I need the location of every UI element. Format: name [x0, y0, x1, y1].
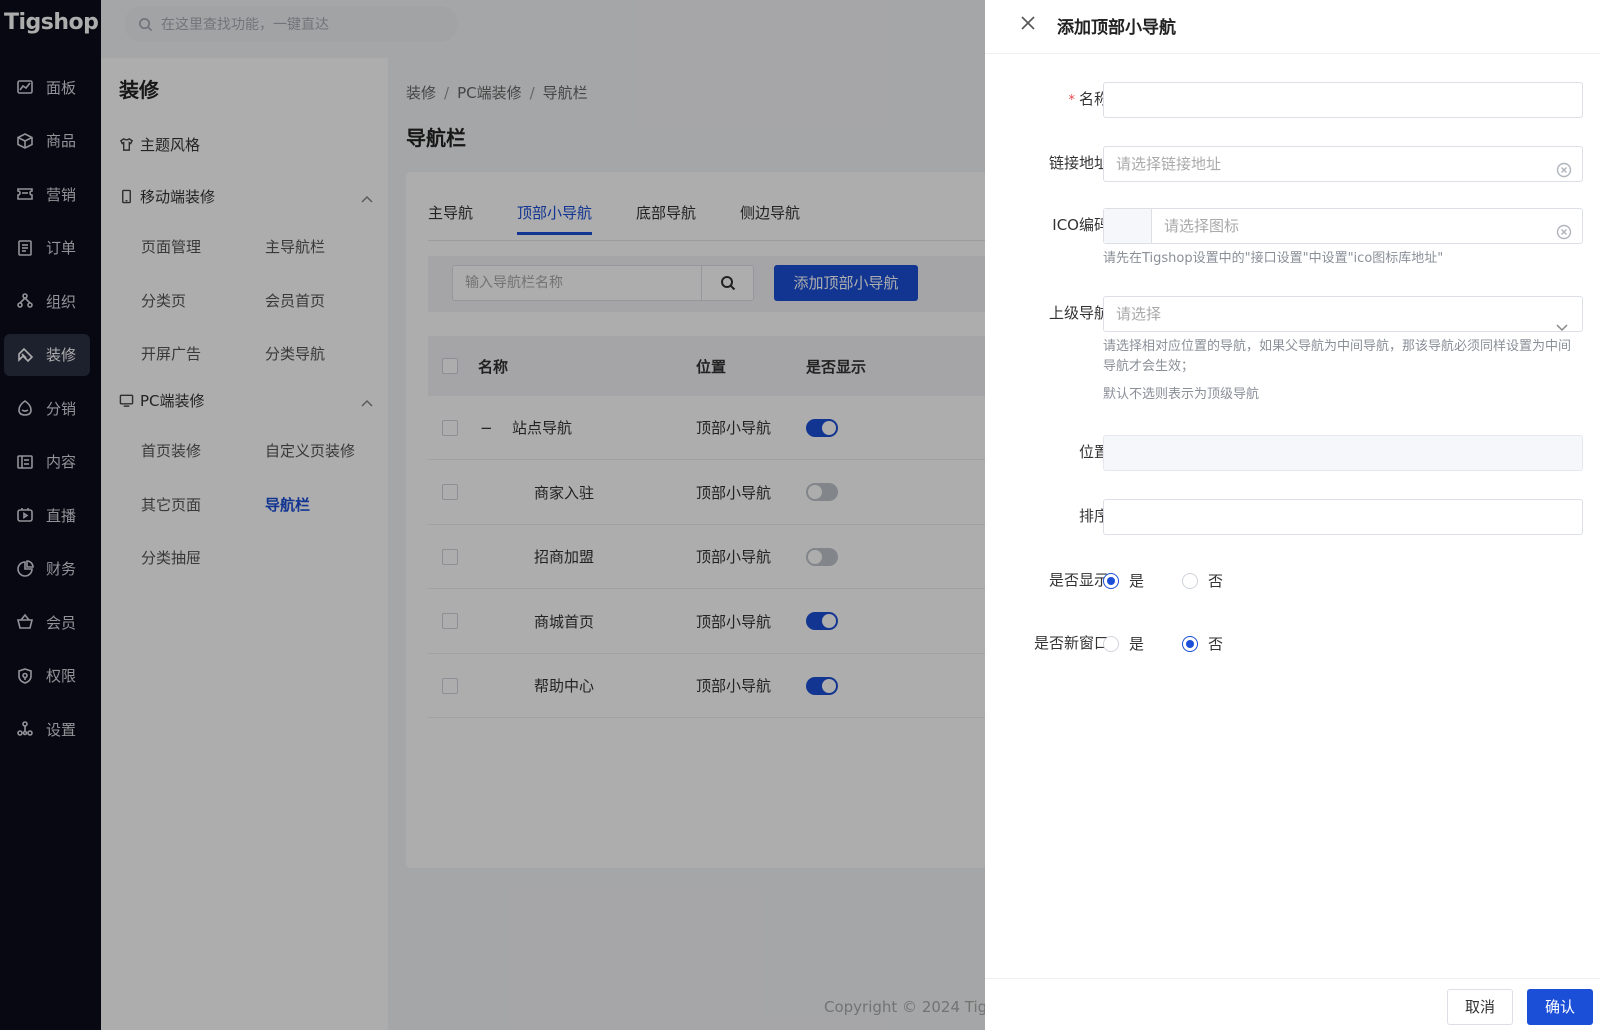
close-icon[interactable]	[1019, 14, 1039, 34]
new-window-yes-radio[interactable]: 是	[1103, 633, 1144, 654]
show-yes-radio[interactable]: 是	[1103, 570, 1144, 591]
show-label: 是否显示	[1048, 571, 1109, 589]
parent-hint-default: 默认不选则表示为顶级导航	[1103, 387, 1260, 402]
parent-select[interactable]: 请选择	[1103, 296, 1583, 332]
link-label: 链接地址	[1048, 154, 1109, 172]
ico-hint: 请先在Tigshop设置中的"接口设置"中设置"ico图标库地址"	[1103, 251, 1444, 266]
link-placeholder: 请选择链接地址	[1116, 155, 1222, 173]
parent-label: 上级导航	[1048, 304, 1109, 322]
new-window-no-radio[interactable]: 否	[1182, 633, 1223, 654]
required-mark: *	[1068, 93, 1075, 108]
position-input	[1103, 435, 1583, 471]
link-select[interactable]: 请选择链接地址	[1103, 146, 1583, 182]
add-nav-drawer: 添加顶部小导航 * 名称 链接地址 请选择链接地址 ICO编码 请选择图标 请先在…	[985, 0, 1600, 1030]
ico-select[interactable]: 请选择图标	[1103, 208, 1583, 244]
new-window-radio-group: 是 否	[1103, 633, 1261, 654]
clear-icon[interactable]	[1556, 156, 1572, 178]
drawer-title: 添加顶部小导航	[1057, 18, 1176, 38]
show-no-radio[interactable]: 否	[1182, 570, 1223, 591]
ico-label: ICO编码	[1052, 216, 1109, 234]
ico-preview	[1104, 209, 1152, 243]
clear-icon[interactable]	[1556, 218, 1572, 240]
show-radio-group: 是 否	[1103, 570, 1261, 591]
ico-placeholder: 请选择图标	[1164, 217, 1240, 235]
parent-placeholder: 请选择	[1116, 305, 1162, 323]
sort-input[interactable]	[1103, 499, 1583, 535]
name-input[interactable]	[1103, 82, 1583, 118]
chevron-down-icon	[1556, 310, 1568, 332]
cancel-button[interactable]: 取消	[1447, 989, 1513, 1025]
confirm-button[interactable]: 确认	[1527, 989, 1593, 1025]
parent-hint: 请选择相对应位置的导航，如果父导航为中间导航，那该导航必须同样设置为中间导航才会…	[1103, 339, 1572, 374]
new-window-label: 是否新窗口	[1033, 634, 1109, 652]
